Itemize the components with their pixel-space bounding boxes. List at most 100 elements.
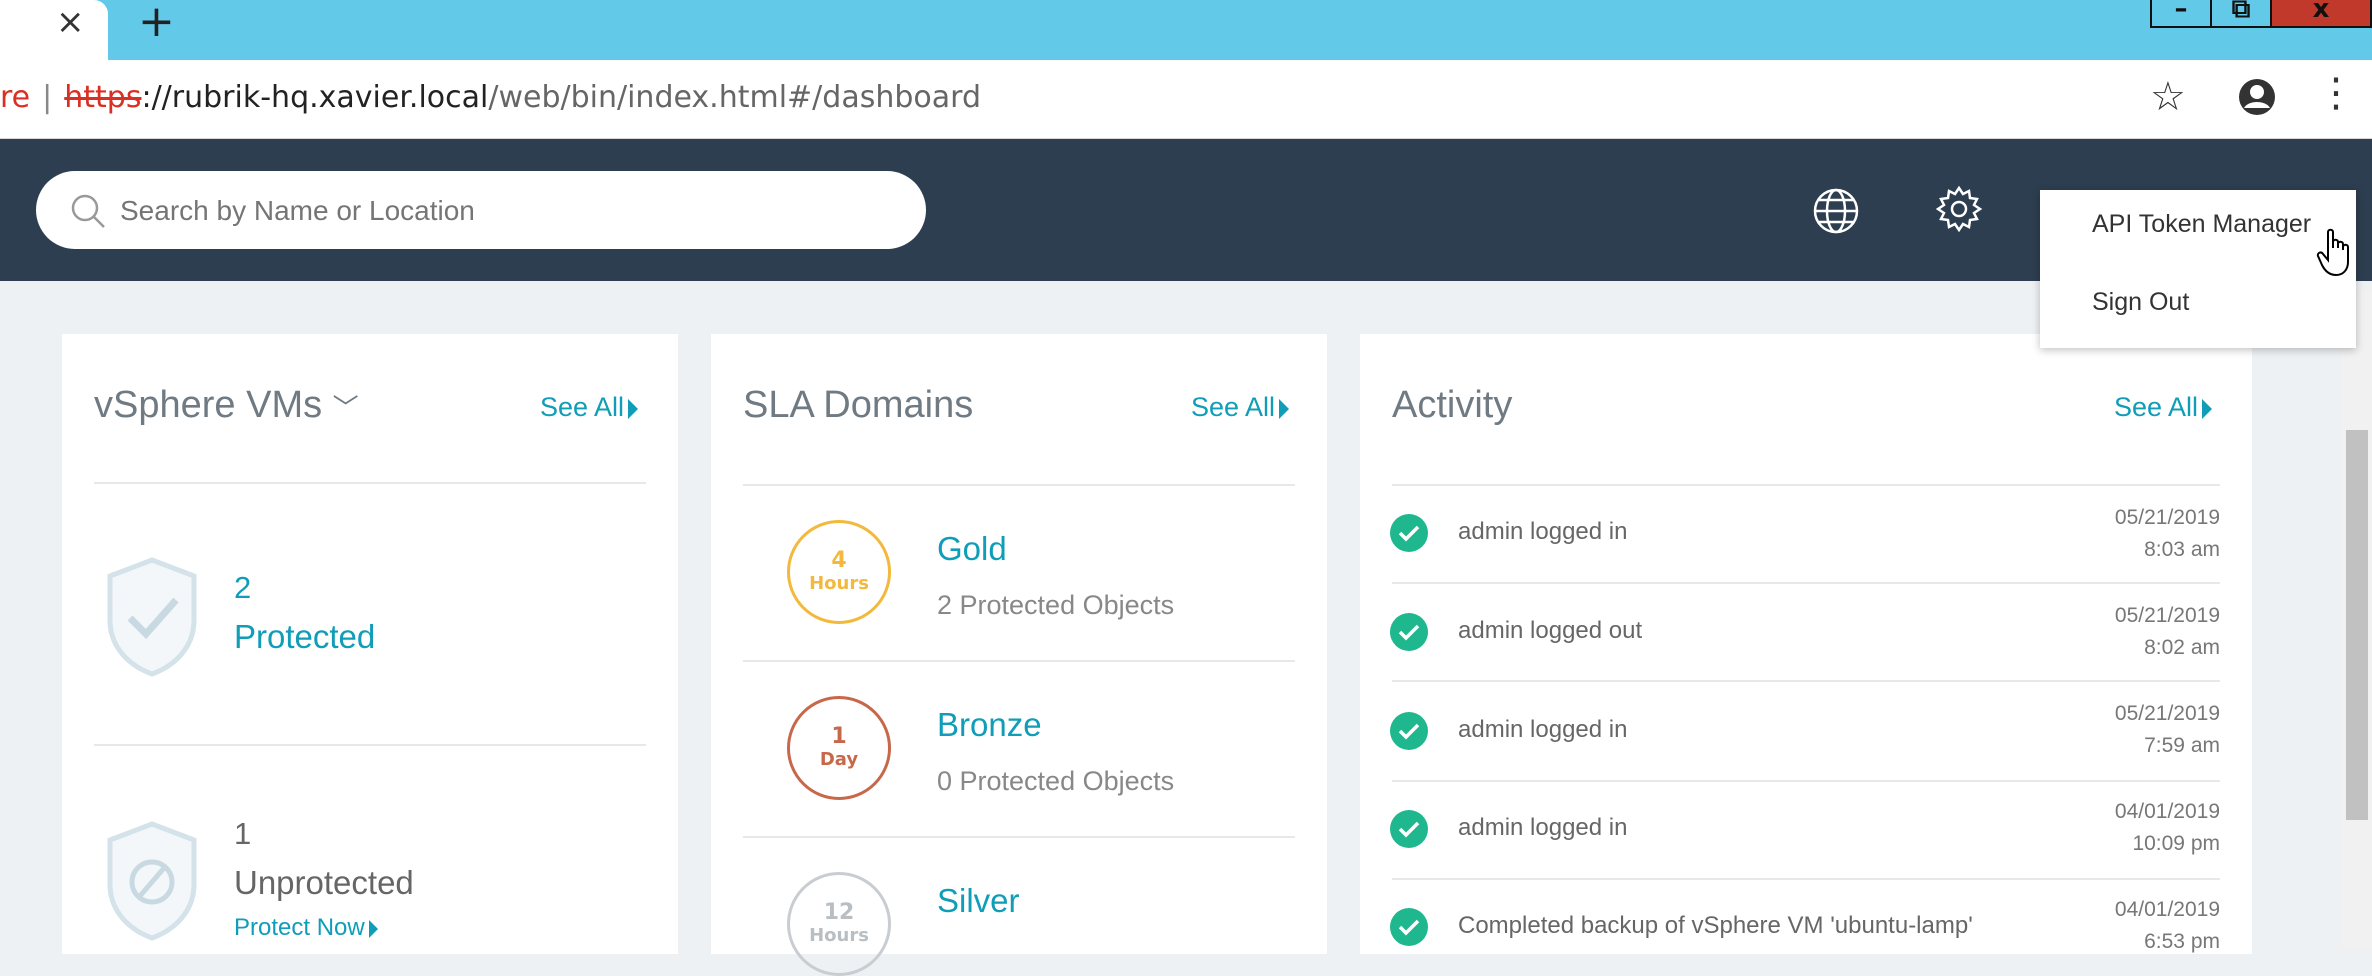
success-check-icon [1390,712,1428,750]
account-icon[interactable] [2238,78,2276,116]
see-all-label: See All [540,392,625,422]
unprotected-count: 1 [234,816,252,851]
sla-name-gold[interactable]: Gold [937,530,1007,568]
protect-now-label: Protect Now [234,914,365,941]
divider [743,660,1295,662]
close-icon: x [2312,0,2330,24]
sla-protected-objects: 2 Protected Objects [937,590,1175,620]
app-header [0,139,2372,281]
divider [94,482,646,484]
sla-frequency-unit: Hours [809,573,869,594]
menu-item-sign-out[interactable]: Sign Out [2092,288,2189,317]
activity-text: Completed backup of vSphere VM 'ubuntu-l… [1458,912,1973,939]
url-scheme: https [64,80,142,115]
divider [1392,780,2220,782]
hand-cursor-icon [2316,228,2349,277]
activity-card: Activity See All admin logged in 05/21/2… [1360,334,2252,954]
menu-item-api-token-manager[interactable]: API Token Manager [2092,210,2311,239]
chevron-down-icon[interactable]: ﹀ [333,393,359,423]
activity-time: 10:09 pm [2132,832,2220,855]
caret-right-icon [2202,398,2213,419]
activity-date: 05/21/2019 [2114,506,2220,529]
success-check-icon [1390,613,1428,651]
vsphere-vms-card: vSphere VMs ﹀ See All 2 Protected 1 Unpr… [62,334,678,954]
close-tab-icon[interactable]: × [56,4,85,40]
user-dropdown-menu: API Token Manager Sign Out [2040,190,2356,348]
activity-date: 04/01/2019 [2114,800,2220,823]
shield-check-icon [107,557,197,677]
protected-label[interactable]: Protected [234,618,375,656]
sla-frequency-unit: Day [819,749,859,770]
search-input[interactable] [118,171,902,251]
protected-count[interactable]: 2 [234,570,251,606]
search-icon [71,194,105,228]
not-secure-label[interactable]: re [0,80,30,115]
activity-text: admin logged in [1458,716,1628,743]
sla-frequency-badge: 4 Hours [787,520,891,624]
success-check-icon [1390,514,1428,552]
activity-timestamp: 04/01/2019 6:53 pm [2115,894,2220,958]
maximize-button[interactable]: ⧉ [2210,0,2272,28]
scrollbar-thumb[interactable] [2346,430,2368,820]
see-all-label: See All [2114,392,2199,422]
sla-frequency-badge: 12 Hours [787,872,891,976]
minimize-button[interactable]: – [2150,0,2212,28]
browser-tab-bar: × + – ⧉ x [0,0,2372,60]
protect-now-link[interactable]: Protect Now [234,914,378,942]
see-all-link[interactable]: See All [1191,392,1290,423]
sla-frequency-value: 4 [831,548,847,573]
search-bar[interactable] [36,171,926,251]
url-host: ://rubrik-hq.xavier.local [141,80,489,115]
divider [1392,680,2220,682]
maximize-icon: ⧉ [2231,0,2251,24]
url-field[interactable]: re | https://rubrik-hq.xavier.local/web/bi… [0,80,981,115]
activity-timestamp: 04/01/2019 10:09 pm [2115,796,2220,860]
sla-frequency-unit: Hours [809,925,869,946]
see-all-link[interactable]: See All [540,392,639,423]
browser-tab[interactable]: × [0,0,108,60]
activity-time: 6:53 pm [2144,930,2220,953]
browser-menu-icon[interactable]: ⋮ [2316,70,2356,116]
minimize-icon: – [2174,0,2188,24]
divider [1392,878,2220,880]
activity-timestamp: 05/21/2019 8:03 am [2115,502,2220,566]
activity-text: admin logged out [1458,617,1643,644]
activity-text: admin logged in [1458,814,1628,841]
divider [1392,582,2220,584]
url-path: /web/bin/index.html#/dashboard [488,80,981,115]
bookmark-star-icon[interactable]: ☆ [2150,74,2186,120]
gear-icon[interactable] [1935,185,1983,233]
sla-frequency-value: 1 [831,724,847,749]
divider [743,484,1295,486]
activity-time: 7:59 am [2144,734,2220,757]
caret-right-icon [368,919,378,938]
sla-domains-card: SLA Domains See All 4 Hours Gold 2 Prote… [711,334,1327,976]
divider [1392,484,2220,486]
success-check-icon [1390,908,1428,946]
shield-unprotected-icon [107,821,197,941]
unprotected-label: Unprotected [234,864,414,901]
card-title: Activity [1392,384,1513,426]
globe-icon[interactable] [1812,187,1860,235]
card-title: SLA Domains [743,384,974,426]
page-scrollbar[interactable] [2342,290,2372,950]
sla-name-silver[interactable]: Silver [937,882,1020,920]
new-tab-icon[interactable]: + [138,0,175,44]
activity-date: 04/01/2019 [2114,898,2220,921]
activity-timestamp: 05/21/2019 7:59 am [2115,698,2220,762]
sla-frequency-badge: 1 Day [787,696,891,800]
sla-protected-objects: 0 Protected Objects [937,766,1175,796]
card-title[interactable]: vSphere VMs ﹀ [94,384,359,427]
activity-time: 8:02 am [2144,636,2220,659]
see-all-link[interactable]: See All [2114,392,2213,423]
see-all-label: See All [1191,392,1276,422]
activity-time: 8:03 am [2144,538,2220,561]
activity-timestamp: 05/21/2019 8:02 am [2115,600,2220,664]
url-separator: | [42,80,53,115]
sla-name-bronze[interactable]: Bronze [937,706,1042,744]
caret-right-icon [1279,398,1290,419]
divider [94,744,646,746]
activity-date: 05/21/2019 [2114,702,2220,725]
close-window-button[interactable]: x [2270,0,2372,28]
activity-text: admin logged in [1458,518,1628,545]
